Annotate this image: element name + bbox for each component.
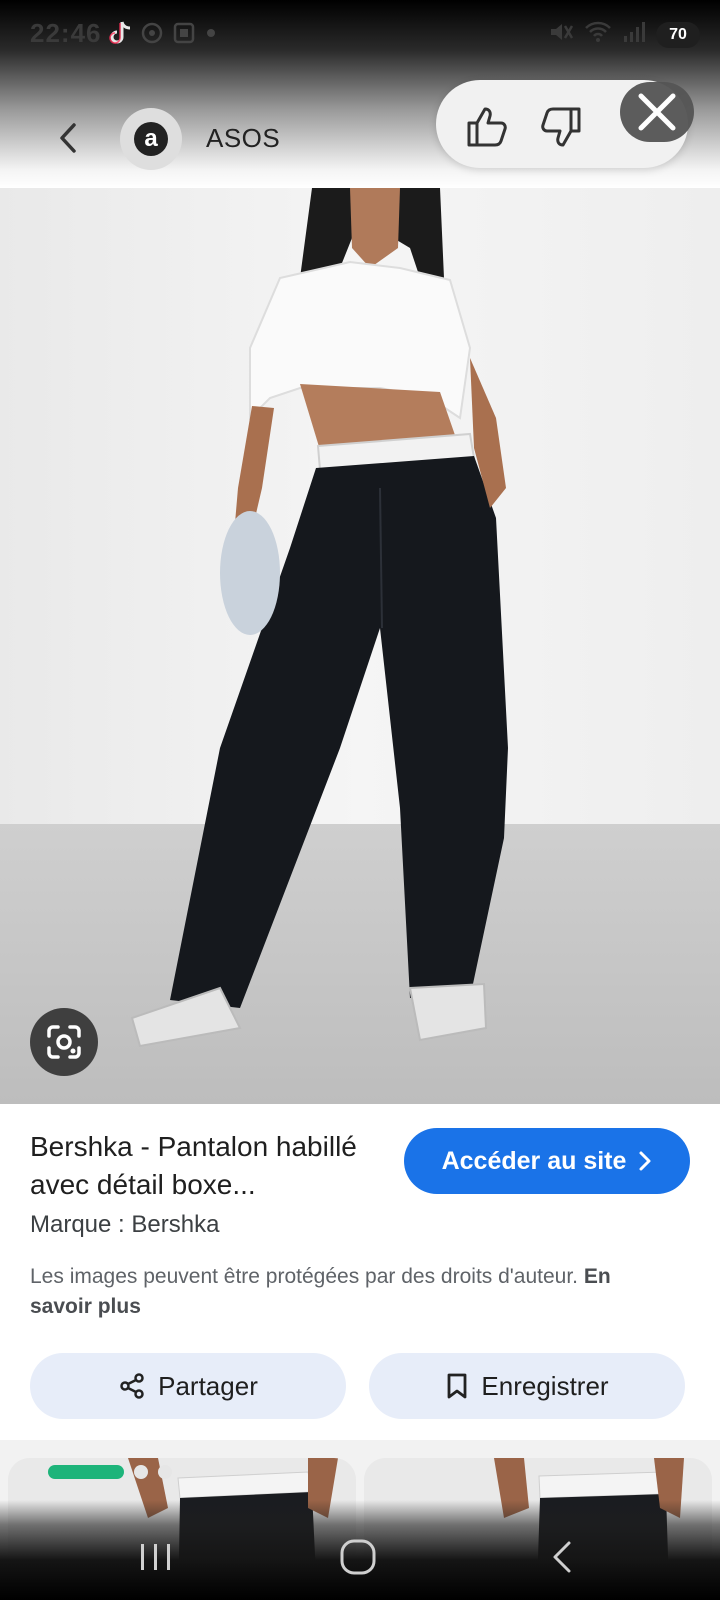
share-button[interactable]: Partager (30, 1353, 346, 1419)
thumbs-up-icon (467, 107, 507, 147)
product-title: Bershka - Pantalon habillé avec détail b… (30, 1131, 357, 1200)
close-button[interactable] (620, 82, 694, 142)
copyright-notice: Les images peuvent être protégées par de… (30, 1262, 670, 1322)
gallery-icon (172, 21, 196, 50)
tiktok-icon (108, 20, 132, 51)
system-back-button[interactable] (532, 1532, 592, 1582)
home-button[interactable] (328, 1532, 388, 1582)
status-icons-right: 70 (548, 20, 700, 49)
thumbs-down-icon (541, 107, 581, 147)
status-bar: 22:46 70 (0, 0, 720, 68)
thumbs-up-button[interactable] (462, 102, 512, 152)
save-label: Enregistrer (481, 1370, 609, 1401)
notification-icon (140, 21, 164, 50)
share-icon (120, 1373, 144, 1399)
visit-site-button[interactable]: Accéder au site (404, 1128, 690, 1194)
google-lens-button[interactable] (30, 1008, 98, 1076)
product-photo (0, 188, 720, 1104)
product-image[interactable] (0, 188, 720, 1104)
status-icons-left (108, 20, 218, 51)
home-icon (340, 1539, 376, 1575)
source-logo: a (134, 122, 168, 156)
bookmark-icon (448, 1373, 467, 1399)
close-icon (638, 93, 676, 131)
save-button[interactable]: Enregistrer (369, 1353, 685, 1419)
more-dot-icon (204, 26, 218, 45)
chevron-right-icon (639, 1151, 651, 1171)
recent-apps-icon (141, 1544, 170, 1570)
mute-icon (548, 20, 574, 49)
carousel-indicator (48, 1465, 172, 1479)
carousel-dot (158, 1465, 172, 1479)
recent-apps-button[interactable] (126, 1532, 186, 1582)
carousel-dot-active (48, 1465, 124, 1479)
signal-icon (622, 20, 646, 49)
back-button[interactable] (48, 112, 88, 164)
source-name[interactable]: ASOS (206, 123, 280, 154)
lens-icon (47, 1025, 81, 1059)
carousel-dot (134, 1465, 148, 1479)
image-viewer-screen: 22:46 70 a ASOS Bershka - Pantalon habil… (0, 0, 720, 1600)
back-arrow-icon (553, 1541, 571, 1573)
copyright-text: Les images peuvent être protégées par de… (30, 1265, 584, 1288)
source-avatar[interactable]: a (120, 108, 182, 170)
wifi-icon (584, 20, 612, 49)
thumbs-down-button[interactable] (536, 102, 586, 152)
brand-line: Marque : Bershka (30, 1211, 220, 1238)
share-label: Partager (158, 1370, 258, 1401)
battery-indicator: 70 (656, 21, 700, 48)
visit-site-label: Accéder au site (441, 1146, 627, 1175)
status-time: 22:46 (30, 18, 102, 48)
chevron-left-icon (60, 123, 76, 153)
